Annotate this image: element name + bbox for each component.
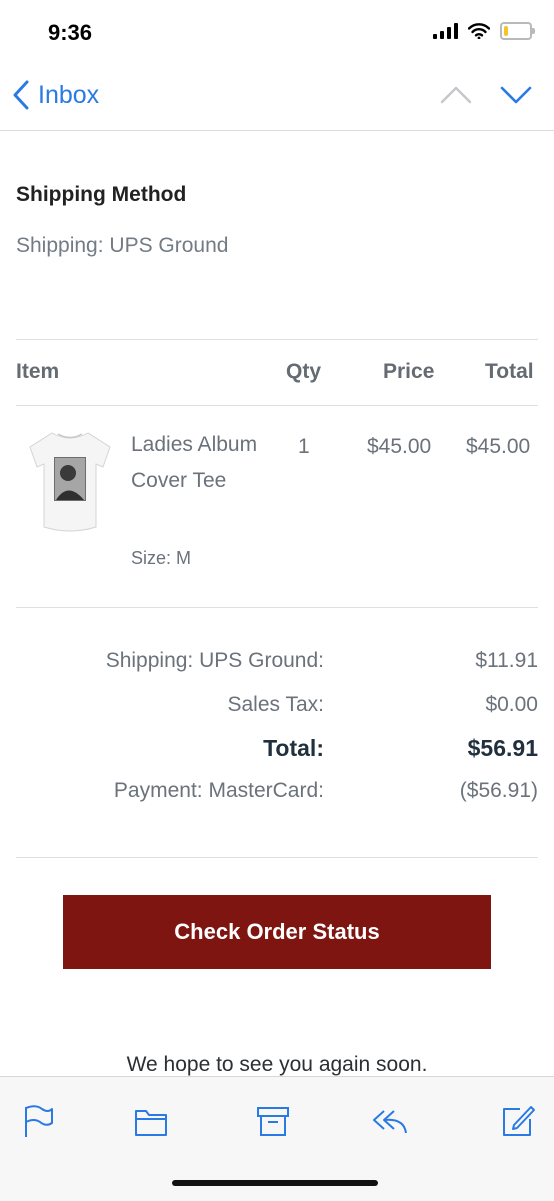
column-header-price: Price [383, 360, 435, 383]
closing-message: We hope to see you again soon. [126, 1053, 428, 1076]
shipping-method-heading: Shipping Method [16, 183, 187, 206]
summary-payment-label: Payment: MasterCard: [113, 779, 324, 802]
nav-bar: Inbox [0, 70, 554, 131]
product-image[interactable] [26, 427, 114, 537]
summary-tax-value: $0.00 [485, 693, 538, 716]
chevron-down-icon[interactable] [500, 84, 532, 106]
message-navigation [440, 84, 532, 106]
item-name[interactable]: Ladies Album Cover Tee [131, 427, 261, 499]
check-order-status-button[interactable]: Check Order Status [63, 895, 491, 969]
chevron-up-icon[interactable] [440, 84, 472, 106]
battery-level [504, 26, 508, 36]
archive-icon[interactable] [253, 1103, 293, 1139]
home-indicator[interactable] [172, 1180, 378, 1186]
divider [16, 607, 538, 608]
divider [16, 857, 538, 858]
status-time: 9:36 [48, 20, 93, 45]
column-header-total: Total [485, 360, 534, 383]
email-body: Shipping Method Shipping: UPS Ground Ite… [0, 131, 554, 1076]
reply-icon[interactable] [370, 1103, 410, 1139]
back-to-inbox-button[interactable]: Inbox [12, 80, 99, 110]
item-price: $45.00 [367, 435, 432, 458]
status-icons [433, 22, 535, 40]
divider [16, 405, 538, 406]
wifi-icon [468, 23, 490, 39]
summary-total-value: $56.91 [467, 735, 538, 761]
flag-icon[interactable] [18, 1103, 58, 1139]
chevron-left-icon [13, 80, 29, 110]
divider [16, 339, 538, 340]
back-label: Inbox [38, 80, 100, 109]
item-total: $45.00 [466, 435, 531, 458]
column-header-item: Item [16, 360, 60, 383]
status-bar: 9:36 [0, 0, 554, 70]
battery-icon [500, 22, 535, 40]
column-header-qty: Qty [286, 360, 322, 383]
summary-tax-label: Sales Tax: [227, 693, 325, 716]
summary-total-label: Total: [263, 735, 324, 761]
item-size: Size: M [131, 548, 192, 568]
compose-icon[interactable] [498, 1103, 538, 1139]
summary-shipping-value: $11.91 [475, 649, 538, 672]
summary-shipping-label: Shipping: UPS Ground: [105, 649, 324, 672]
shipping-method-text: Shipping: UPS Ground [16, 234, 229, 257]
signal-icon [433, 23, 458, 39]
summary-payment-value: ($56.91) [459, 779, 538, 802]
item-qty: 1 [298, 435, 310, 458]
folder-icon[interactable] [131, 1103, 171, 1139]
